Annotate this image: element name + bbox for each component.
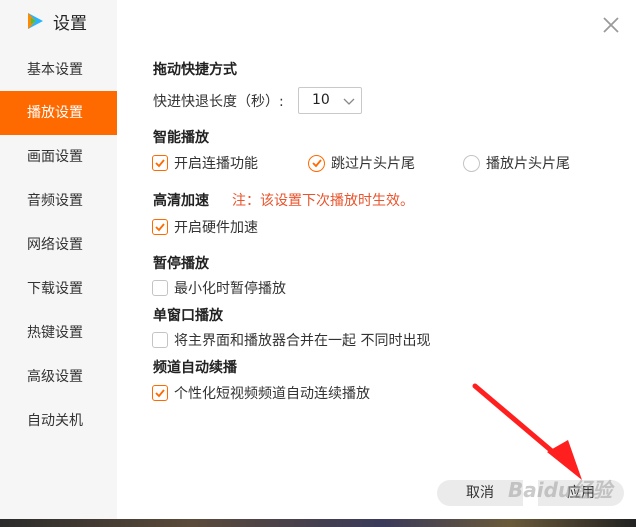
sidebar-item-hotkey[interactable]: 热键设置: [0, 311, 117, 355]
sidebar-item-download[interactable]: 下载设置: [0, 267, 117, 311]
step-length-value: 10: [312, 92, 330, 108]
option-label: 个性化短视频频道自动连续播放: [174, 386, 370, 402]
option-play-intro[interactable]: 播放片头片尾: [463, 153, 570, 173]
checkbox-checked-icon[interactable]: [152, 155, 168, 171]
option-skip-intro[interactable]: 跳过片头片尾: [308, 153, 415, 173]
checkbox-checked-icon[interactable]: [152, 219, 168, 235]
option-label: 播放片头片尾: [486, 156, 570, 172]
hd-note: 注：该设置下次播放时生效。: [232, 193, 414, 209]
section-title-single-window: 单窗口播放: [153, 308, 223, 324]
app-header: 设置: [25, 8, 87, 34]
option-label: 将主界面和播放器合并在一起 不同时出现: [174, 333, 431, 349]
radio-checked-icon[interactable]: [308, 154, 325, 172]
checkbox-checked-icon[interactable]: [152, 385, 168, 401]
close-icon[interactable]: [600, 14, 622, 36]
section-title-channel-autoplay: 频道自动续播: [153, 360, 237, 376]
watermark: Baidu经验: [508, 478, 613, 502]
sidebar-item-basic[interactable]: 基本设置: [0, 48, 117, 92]
option-hardware-accel[interactable]: 开启硬件加速: [152, 217, 258, 237]
sidebar-item-network[interactable]: 网络设置: [0, 223, 117, 267]
section-title-drag: 拖动快捷方式: [153, 62, 237, 78]
option-label: 开启硬件加速: [174, 220, 258, 236]
section-title-pause: 暂停播放: [153, 256, 209, 272]
sidebar: 设置 基本设置 播放设置 画面设置 音频设置 网络设置 下载设置 热键设置 高级…: [0, 0, 117, 527]
option-short-video-autoplay[interactable]: 个性化短视频频道自动连续播放: [152, 383, 370, 403]
checkbox-unchecked-icon[interactable]: [152, 332, 168, 348]
sidebar-item-playback[interactable]: 播放设置: [0, 91, 117, 135]
option-label: 跳过片头片尾: [331, 156, 415, 172]
sidebar-item-audio[interactable]: 音频设置: [0, 179, 117, 223]
option-merge-windows[interactable]: 将主界面和播放器合并在一起 不同时出现: [152, 330, 430, 350]
sidebar-item-picture[interactable]: 画面设置: [0, 135, 117, 179]
radio-unchecked-icon[interactable]: [463, 154, 480, 172]
sidebar-item-auto-shutdown[interactable]: 自动关机: [0, 399, 117, 443]
step-length-select[interactable]: 10: [298, 87, 362, 114]
option-label: 开启连播功能: [174, 156, 258, 172]
sidebar-item-advanced[interactable]: 高级设置: [0, 355, 117, 399]
play-logo-icon: [28, 13, 43, 29]
section-title-hd: 高清加速: [153, 193, 209, 209]
checkbox-unchecked-icon[interactable]: [152, 280, 168, 296]
background-strip: [0, 519, 636, 527]
option-label: 最小化时暂停播放: [174, 281, 286, 297]
option-pause-minimize[interactable]: 最小化时暂停播放: [152, 278, 286, 298]
step-length-label: 快进快退长度（秒）:: [153, 94, 284, 110]
section-title-smart: 智能播放: [153, 130, 209, 146]
option-continuous-play[interactable]: 开启连播功能: [152, 153, 258, 173]
chevron-down-icon: [343, 98, 355, 105]
app-title: 设置: [53, 13, 87, 34]
